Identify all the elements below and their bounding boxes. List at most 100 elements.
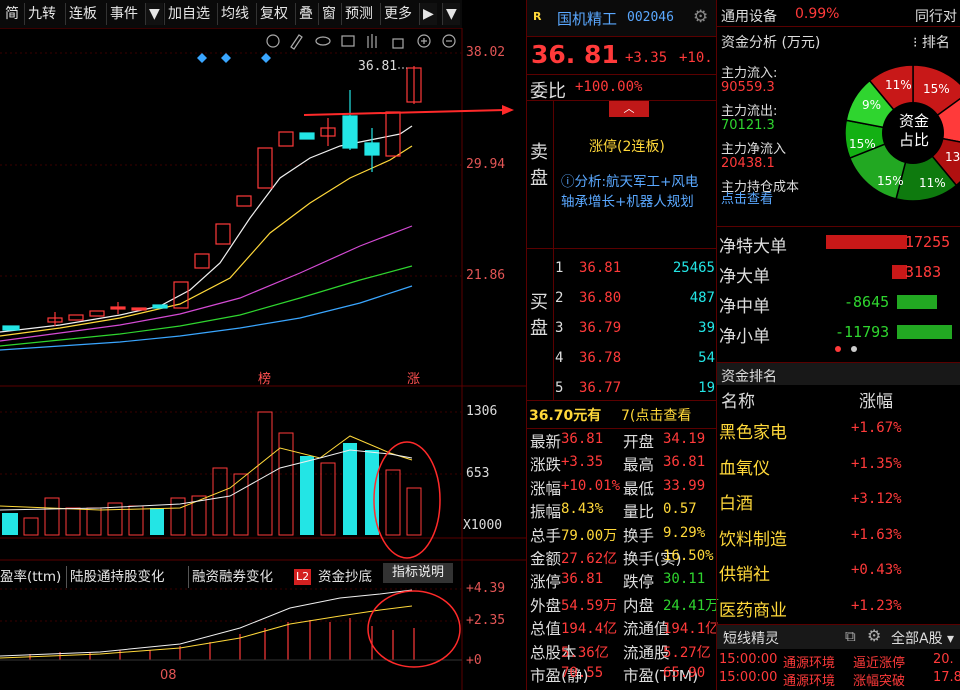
- rank-header-pct[interactable]: 涨幅: [859, 387, 893, 412]
- volume-bar: [150, 508, 164, 535]
- promo-link[interactable]: 7(点击查看: [621, 405, 691, 425]
- macd-axis-label: +2.35: [466, 613, 506, 628]
- zhang-marker[interactable]: 涨: [407, 368, 420, 387]
- gear-icon[interactable]: ⚙: [867, 626, 881, 645]
- short-filter-text: 全部A股: [891, 631, 943, 647]
- gear-icon[interactable]: ⚙: [693, 7, 708, 27]
- promo-price: 36.70元有: [529, 408, 602, 424]
- short-filter[interactable]: 全部A股 ▾: [891, 628, 954, 648]
- short-row-value: 17.86: [933, 670, 960, 685]
- r-badge: R: [533, 10, 542, 23]
- tab-pe-ttm[interactable]: 盈率(ttm): [0, 566, 61, 588]
- net-order-label: 净中单: [719, 297, 770, 317]
- donut-slice-label: 11%: [919, 176, 946, 190]
- capital-flow-label: 主力流入:: [721, 66, 778, 81]
- stat-value: 65.90: [663, 665, 706, 681]
- bid-price[interactable]: 36.80: [579, 290, 621, 306]
- tab-capital-bottom[interactable]: 资金抄底: [318, 566, 372, 588]
- short-row-time: 15:00:00: [719, 652, 778, 667]
- rank-row-pct: +1.63%: [851, 526, 902, 543]
- rank-row-name[interactable]: 医药商业: [719, 596, 787, 621]
- candle: [68, 314, 84, 321]
- analysis-text[interactable]: ⓘ分析:航天军工+风电轴承增长+机器人规划: [561, 172, 711, 212]
- price-axis-label: 29.94: [466, 157, 506, 172]
- indicator-help-button[interactable]: 指标说明: [383, 563, 453, 583]
- play-icon[interactable]: ▶: [419, 3, 437, 25]
- collapse-icon[interactable]: ︿: [609, 101, 649, 117]
- rank-row-name[interactable]: 供销社: [719, 560, 770, 585]
- stat-value: 36.81: [561, 571, 604, 588]
- page-dot[interactable]: [851, 346, 857, 352]
- rank-row-name[interactable]: 黑色家电: [719, 418, 787, 443]
- capital-flow-value[interactable]: 点击查看: [721, 188, 773, 207]
- bid-volume: 19: [698, 380, 715, 396]
- net-order-label: 净小单: [719, 327, 770, 347]
- bid-price[interactable]: 36.81: [579, 260, 621, 276]
- toolbar-jian[interactable]: 简: [2, 3, 22, 25]
- volume-bar: [23, 517, 39, 536]
- sector-name[interactable]: 通用设备: [721, 6, 777, 26]
- toolbar-window[interactable]: 窗: [318, 3, 339, 25]
- rank-header-name[interactable]: 名称: [721, 387, 755, 412]
- toolbar-predict[interactable]: 预测: [341, 3, 376, 25]
- lock-icon: [392, 38, 404, 49]
- rank-row-name[interactable]: 血氧仪: [719, 454, 770, 479]
- stat-value: 5.27亿: [663, 644, 711, 661]
- toolbar-more-dropdown[interactable]: ▼: [442, 3, 460, 25]
- volume-bar: [343, 443, 357, 535]
- bid-level: 3: [555, 320, 564, 336]
- toolbar-jiuzhuan[interactable]: 九转: [24, 3, 59, 25]
- candle: [89, 310, 105, 317]
- rank-row-name[interactable]: 白酒: [719, 489, 753, 514]
- page-dot[interactable]: [835, 346, 841, 352]
- rank-row-name[interactable]: 饮料制造: [719, 525, 787, 550]
- toolbar-lianban[interactable]: 连板: [65, 3, 100, 25]
- net-order-bar: [826, 235, 907, 249]
- toolbar-add-watchlist[interactable]: 加自选: [164, 3, 213, 25]
- candle: [257, 147, 273, 189]
- expand-icon[interactable]: ⧉: [845, 627, 856, 645]
- short-row-name[interactable]: 通源环境: [783, 652, 835, 671]
- stat-value: 24.41万: [663, 597, 720, 614]
- toolbar-events-dropdown[interactable]: ▼: [145, 3, 163, 25]
- short-row-name[interactable]: 通源环境: [783, 670, 835, 689]
- tab-northbound[interactable]: 陆股通持股变化: [66, 566, 165, 588]
- l2-badge[interactable]: L2: [294, 569, 312, 585]
- print-icon: [341, 35, 355, 47]
- candle: [364, 142, 380, 156]
- tab-margin[interactable]: 融资融券变化: [188, 566, 273, 588]
- stat-label: 量比: [623, 503, 655, 522]
- bang-marker[interactable]: 榜: [258, 368, 271, 387]
- bid-price[interactable]: 36.79: [579, 320, 621, 336]
- peer-compare[interactable]: 同行对: [915, 6, 957, 26]
- volume-bar: [212, 467, 228, 536]
- price-change-pct: +10.: [679, 50, 713, 66]
- rank-row-pct: +3.12%: [851, 491, 902, 507]
- bid-price[interactable]: 36.77: [579, 380, 621, 396]
- toolbar-ma[interactable]: 均线: [217, 3, 252, 25]
- donut-slice-label: 15%: [849, 137, 876, 151]
- sort-label[interactable]: ⁝ 排名: [913, 32, 950, 52]
- stock-name: 国机精工: [557, 10, 618, 28]
- weibi-value: +100.00%: [575, 79, 643, 95]
- kline-chart-area[interactable]: 38.02 29.94 21.86 36.81 榜 涨 1306 653 X10…: [0, 28, 526, 690]
- bid-price[interactable]: 36.78: [579, 350, 621, 366]
- short-row-event: 逼近涨停: [853, 656, 906, 671]
- toolbar-events[interactable]: 事件: [106, 3, 141, 25]
- toolbar-adjust[interactable]: 复权: [256, 3, 291, 25]
- stat-value: 36.81: [561, 431, 604, 447]
- net-order-label: 净特大单: [719, 237, 787, 257]
- event-diamond-marker: [197, 53, 207, 63]
- rank-row-pct: +1.35%: [851, 455, 902, 472]
- rank-row-pct: +1.67%: [851, 420, 902, 436]
- short-row-event: 涨幅突破: [853, 674, 906, 689]
- price-axis-label: 21.86: [466, 268, 506, 283]
- volume-axis-label: 653: [466, 466, 490, 481]
- toolbar-overlay[interactable]: 叠: [295, 3, 316, 25]
- volume-bar: [406, 487, 422, 536]
- candle: [299, 132, 315, 140]
- macd-axis-label: +0: [466, 653, 482, 668]
- toolbar-more[interactable]: 更多: [380, 3, 415, 25]
- net-order-value: -8645: [844, 293, 890, 311]
- short-row-time: 15:00:00: [719, 670, 778, 685]
